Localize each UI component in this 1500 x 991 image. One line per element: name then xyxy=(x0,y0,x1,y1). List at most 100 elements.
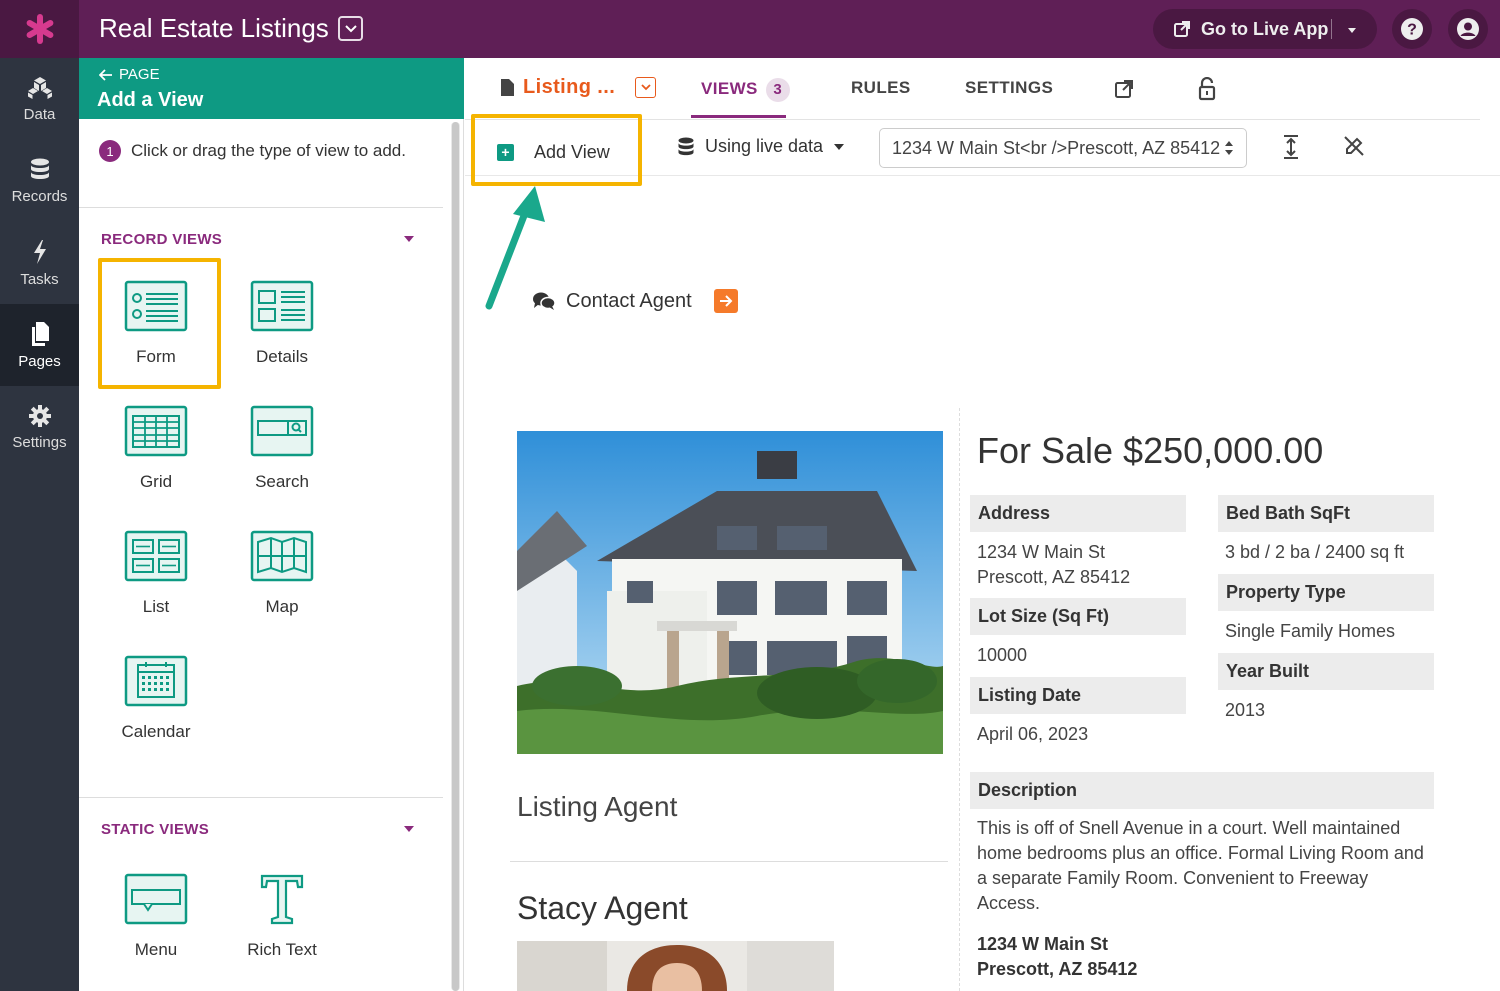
calendar-icon xyxy=(124,655,188,707)
nav-label-tasks: Tasks xyxy=(20,270,59,288)
back-label: PAGE xyxy=(119,66,160,83)
view-tile-label: Map xyxy=(265,597,299,616)
address-line: Prescott, AZ 85412 xyxy=(977,959,1138,979)
listing-agent-title: Listing Agent xyxy=(517,791,678,822)
view-tile-list[interactable]: List xyxy=(99,510,213,630)
page-toolbar: + Add View Using live data 1234 W Main S… xyxy=(465,114,1500,186)
view-tile-label: Rich Text xyxy=(247,940,317,959)
record-select[interactable]: 1234 W Main St<br />Prescott, AZ 85412 xyxy=(879,128,1247,168)
field-label-address: Address xyxy=(970,495,1186,532)
page-dropdown-button[interactable] xyxy=(635,77,657,98)
view-tile-label: Calendar xyxy=(121,722,191,741)
view-tile-rich-text[interactable]: Rich Text xyxy=(225,853,339,973)
instruction-step: 1 Click or drag the type of view to add. xyxy=(99,138,439,163)
record-select-value: 1234 W Main St<br />Prescott, AZ 85412 xyxy=(892,137,1221,158)
arrow-left-icon xyxy=(99,68,112,81)
field-value-property-type: Single Family Homes xyxy=(1225,621,1396,641)
nav-label-settings: Settings xyxy=(12,433,67,451)
page-tabs: Listing ... VIEWS 3 RULES SETTINGS xyxy=(465,58,1500,120)
field-value-lot-size: 10000 xyxy=(977,645,1028,665)
chevron-down-icon xyxy=(641,84,651,91)
step-number: 1 xyxy=(99,140,121,162)
nav-item-records[interactable]: Records xyxy=(0,140,79,222)
search-view-icon xyxy=(250,405,314,457)
view-tile-search[interactable]: Search xyxy=(225,385,339,505)
record-views-collapse-icon[interactable] xyxy=(404,236,414,242)
go-to-live-app-button[interactable]: Go to Live App xyxy=(1153,9,1377,49)
nav-label-pages: Pages xyxy=(18,352,61,370)
divider xyxy=(79,207,443,208)
column-divider xyxy=(959,408,960,991)
agent-name: Stacy Agent xyxy=(517,890,688,926)
record-views-title: RECORD VIEWS xyxy=(101,231,223,248)
field-label-year-built: Year Built xyxy=(1218,653,1434,690)
add-view-highlight xyxy=(471,114,642,186)
tab-views-label: VIEWS xyxy=(701,79,758,98)
static-views-title: STATIC VIEWS xyxy=(101,821,210,838)
help-button[interactable]: ? xyxy=(1392,9,1432,49)
contact-agent-link[interactable]: Contact Agent xyxy=(532,289,738,313)
top-bar: Real Estate Listings Go to Live App ? xyxy=(0,0,1500,58)
active-tab-indicator xyxy=(691,115,786,118)
lock-icon xyxy=(1198,76,1216,101)
agent-divider xyxy=(510,861,948,862)
arrow-right-icon[interactable] xyxy=(713,289,738,313)
svg-text:?: ? xyxy=(1407,22,1417,39)
page-access-button[interactable] xyxy=(1198,76,1216,106)
menu-icon xyxy=(124,873,188,925)
account-button[interactable] xyxy=(1448,9,1488,49)
agent-photo xyxy=(517,941,834,991)
toggle-spacing-button[interactable] xyxy=(1282,134,1300,165)
page-file-icon xyxy=(501,79,514,96)
app-logo[interactable] xyxy=(0,0,79,58)
field-label-bed-bath: Bed Bath SqFt xyxy=(1218,495,1434,532)
static-views-collapse-icon[interactable] xyxy=(404,826,414,832)
left-nav: Data Records Tasks Pages Settings xyxy=(0,58,79,991)
nav-item-tasks[interactable]: Tasks xyxy=(0,222,79,304)
field-value-year-built: 2013 xyxy=(1225,700,1266,720)
add-view-panel: PAGE Add a View 1 Click or drag the type… xyxy=(79,58,464,991)
back-to-page-link[interactable]: PAGE xyxy=(99,66,160,83)
live-app-dropdown-icon[interactable] xyxy=(1346,21,1358,42)
open-live-page-button[interactable] xyxy=(1114,79,1134,104)
view-tile-menu[interactable]: Menu xyxy=(99,853,213,973)
external-link-icon xyxy=(1115,80,1133,98)
nav-item-settings[interactable]: Settings xyxy=(0,386,79,468)
edit-off-icon xyxy=(1344,136,1364,156)
view-tile-details[interactable]: Details xyxy=(225,260,339,380)
nav-label-data: Data xyxy=(23,105,56,123)
tab-settings[interactable]: SETTINGS xyxy=(965,78,1053,98)
app-switcher-button[interactable] xyxy=(338,16,363,41)
nav-item-pages[interactable]: Pages xyxy=(0,304,79,386)
map-icon xyxy=(250,530,314,582)
main-area: Listing ... VIEWS 3 RULES SETTINGS + Add… xyxy=(465,58,1500,991)
gear-icon xyxy=(28,404,51,427)
listing-photo xyxy=(517,431,943,754)
address-line: 1234 W Main St xyxy=(977,542,1106,562)
app-title: Real Estate Listings xyxy=(99,13,329,43)
database-icon xyxy=(678,137,694,155)
step-text: Click or drag the type of view to add. xyxy=(131,141,406,160)
contact-agent-label: Contact Agent xyxy=(566,289,692,312)
panel-scrollbar[interactable] xyxy=(451,122,460,991)
list-icon xyxy=(124,530,188,582)
view-tile-map[interactable]: Map xyxy=(225,510,339,630)
field-label-description: Description xyxy=(970,772,1434,809)
scrollbar-thumb[interactable] xyxy=(452,122,459,991)
field-label-lot-size: Lot Size (Sq Ft) xyxy=(970,598,1186,635)
address-line: 1234 W Main St xyxy=(977,934,1109,954)
listing-price: For Sale $250,000.00 xyxy=(977,430,1324,471)
view-tile-grid[interactable]: Grid xyxy=(99,385,213,505)
field-label-property-type: Property Type xyxy=(1218,574,1434,611)
external-link-icon xyxy=(1174,21,1190,37)
form-tile-highlight xyxy=(98,258,221,389)
nav-item-data[interactable]: Data xyxy=(0,58,79,140)
tab-rules[interactable]: RULES xyxy=(851,78,911,98)
data-icon xyxy=(27,76,52,99)
view-tile-calendar[interactable]: Calendar xyxy=(99,635,213,755)
field-value-bed-bath: 3 bd / 2 ba / 2400 sq ft xyxy=(1225,542,1405,562)
tab-views[interactable]: VIEWS 3 xyxy=(701,78,790,102)
page-selector[interactable]: Listing ... xyxy=(500,76,657,99)
data-source-dropdown[interactable]: Using live data xyxy=(677,136,845,157)
design-mode-button[interactable] xyxy=(1343,135,1365,162)
